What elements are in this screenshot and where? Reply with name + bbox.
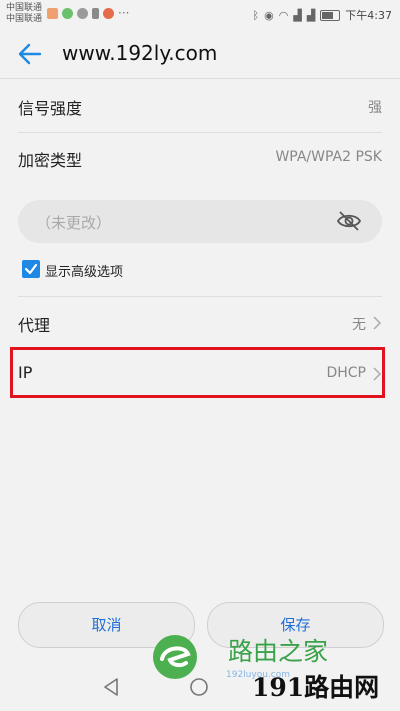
battery-icon: [320, 9, 341, 21]
status-bar: 中国联通 中国联通 ··· ᛒ ◉ ◠ ▟ ▟ 下午4:37: [0, 0, 400, 30]
signal-2-icon: ▟: [306, 8, 316, 22]
more-notifications-icon: ···: [118, 6, 130, 20]
advanced-options-checkbox[interactable]: [22, 260, 40, 278]
password-placeholder: （未更改）: [36, 214, 112, 232]
clock: 下午4:37: [345, 9, 392, 22]
chevron-right-icon: [373, 316, 382, 330]
signal-strength-row: 信号强度 强: [0, 80, 400, 132]
security-row: 加密类型 WPA/WPA2 PSK: [0, 132, 400, 184]
signal-icon: ▟: [293, 8, 302, 22]
proxy-label: 代理: [18, 316, 51, 335]
watermark-text: 路由之家: [228, 637, 329, 666]
wechat-icon: [77, 8, 88, 19]
app-notification-icon: [62, 8, 73, 19]
watermark-brand: 191路由网: [252, 673, 380, 702]
battery-saver-icon: [92, 8, 99, 19]
highlight-box: [10, 347, 385, 398]
security-value: WPA/WPA2 PSK: [275, 149, 382, 165]
nav-back-icon[interactable]: [100, 676, 122, 698]
bluetooth-icon: ᛒ: [252, 8, 260, 22]
page-title: www.192ly.com: [62, 41, 218, 65]
watermark-logo-icon: [153, 635, 197, 679]
wifi-icon: ◠: [278, 8, 289, 22]
proxy-row[interactable]: 代理 无: [0, 297, 400, 349]
carrier-1: 中国联通: [6, 3, 43, 13]
app-bar: www.192ly.com: [0, 30, 400, 79]
password-field[interactable]: （未更改）: [18, 200, 382, 243]
advanced-options-label: 显示高级选项: [45, 265, 124, 280]
notification-icons: ···: [47, 6, 130, 20]
weibo-icon: [103, 8, 114, 19]
eye-off-icon[interactable]: [336, 210, 362, 232]
signal-strength-value: 强: [368, 100, 382, 116]
signal-strength-label: 信号强度: [18, 99, 83, 118]
app-notification-icon: [47, 8, 58, 19]
security-label: 加密类型: [18, 151, 83, 170]
back-arrow-icon[interactable]: [16, 40, 44, 68]
proxy-value: 无: [352, 317, 366, 333]
carrier-info: 中国联通 中国联通: [6, 3, 42, 25]
carrier-2: 中国联通: [6, 14, 43, 24]
system-icons: ᛒ ◉ ◠ ▟ ▟ 下午4:37: [253, 7, 392, 23]
checkbox-checked-icon: [24, 263, 38, 275]
eye-comfort-icon: ◉: [264, 8, 274, 22]
